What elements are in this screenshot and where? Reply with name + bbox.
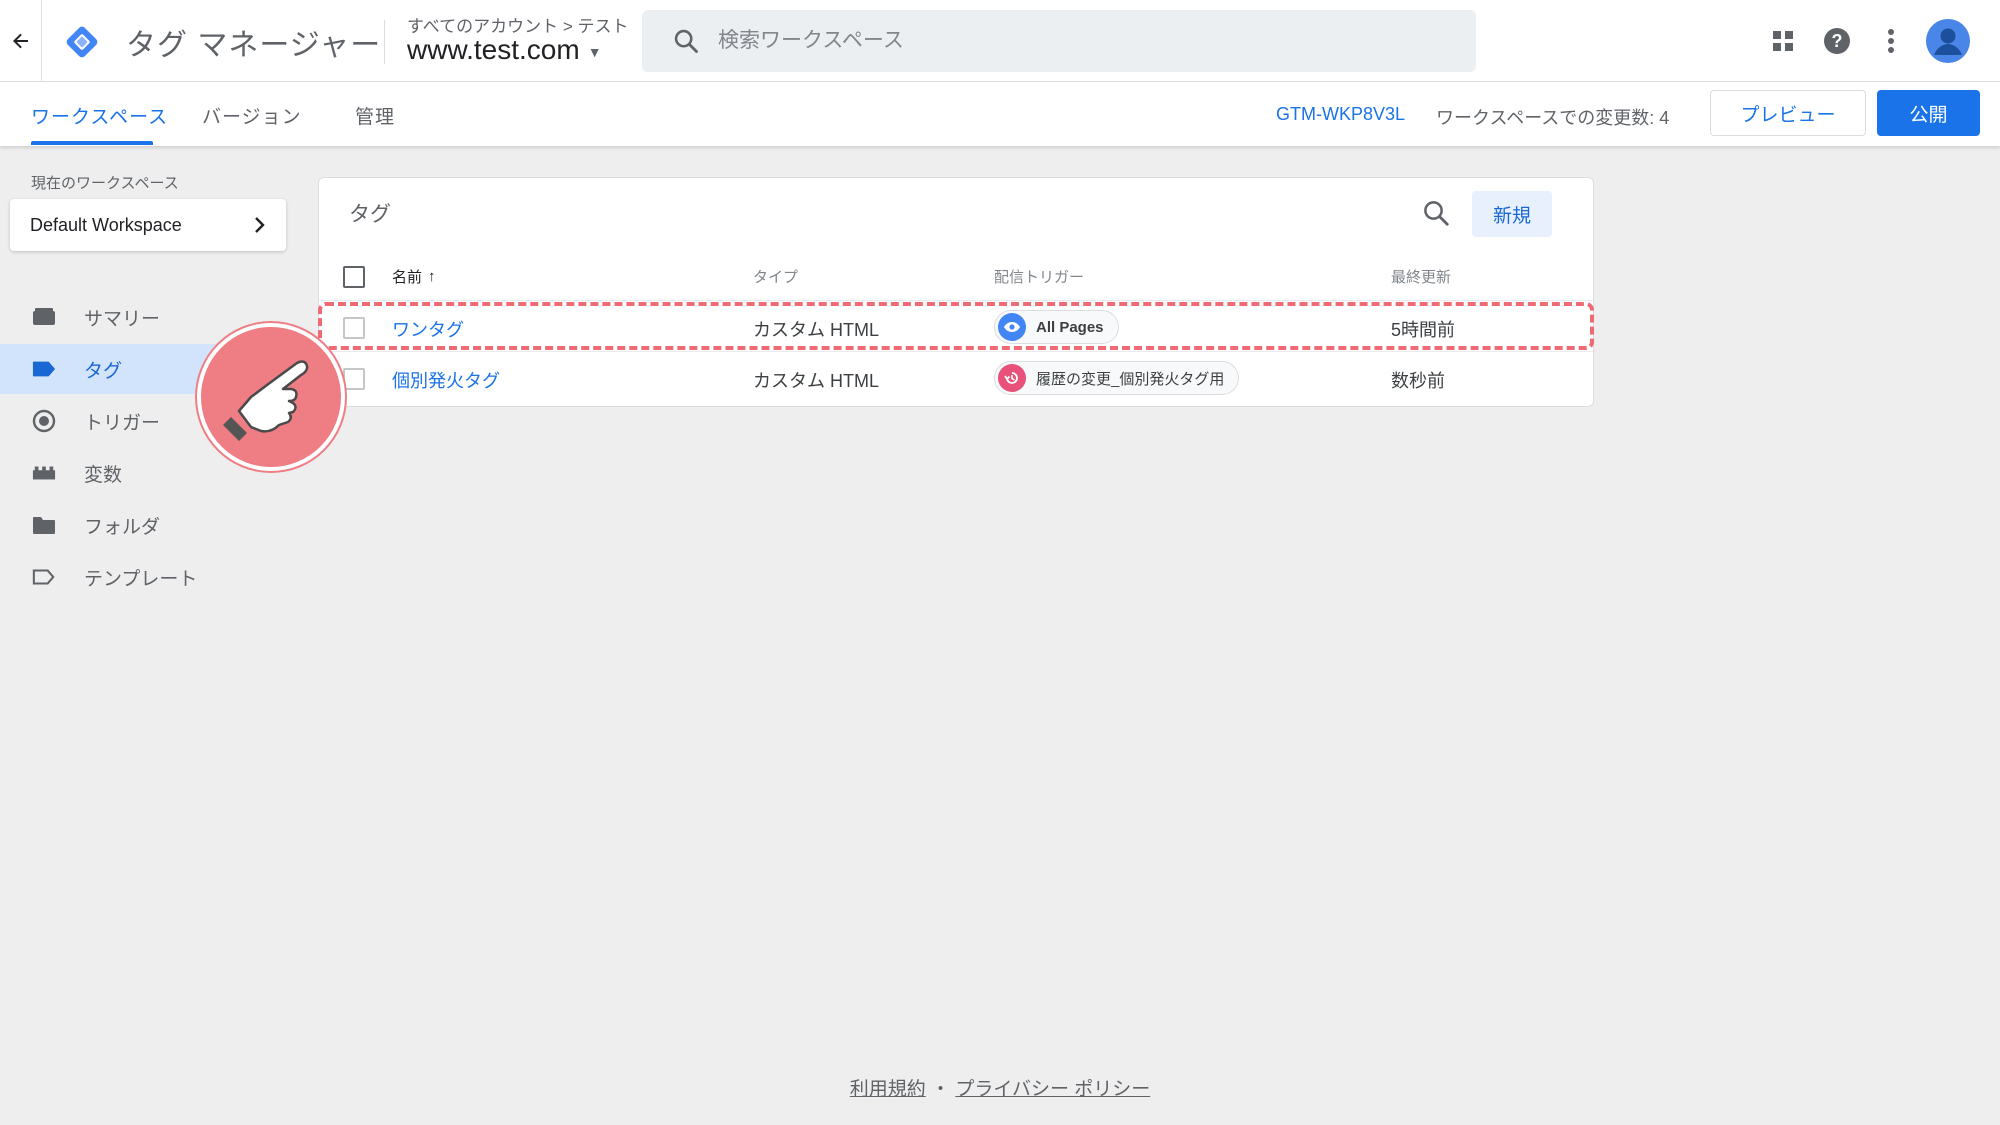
privacy-link[interactable]: プライバシー ポリシー <box>955 1079 1150 1100</box>
column-header-name[interactable]: 名前 ↑ <box>392 266 436 287</box>
pointing-hand-icon <box>197 323 345 471</box>
summary-icon <box>32 305 56 329</box>
row-divider <box>319 300 1593 301</box>
trigger-chip[interactable]: 履歴の変更_個別発火タグ用 <box>994 361 1240 395</box>
active-tab-indicator <box>31 141 153 145</box>
workspace-selector[interactable]: Default Workspace <box>10 199 286 251</box>
svg-text:?: ? <box>1832 31 1843 51</box>
sidebar-item-templates[interactable]: テンプレート <box>0 552 290 602</box>
new-tag-button[interactable]: 新規 <box>1472 191 1552 237</box>
column-header-type[interactable]: タイプ <box>753 266 798 287</box>
app-title: タグ マネージャー <box>126 29 382 62</box>
search-icon <box>674 29 698 53</box>
account-name: www.test.com <box>407 34 580 65</box>
workspace-search[interactable] <box>642 10 1476 72</box>
row-highlight-annotation <box>318 302 1594 350</box>
sidebar-item-label: 変数 <box>84 464 123 486</box>
more-vert-icon[interactable] <box>1874 24 1908 58</box>
history-icon <box>998 364 1026 392</box>
tag-name-link[interactable]: 個別発火タグ <box>392 367 500 393</box>
preview-button[interactable]: プレビュー <box>1710 90 1866 136</box>
caret-down-icon: ▼ <box>587 44 602 60</box>
tags-card: タグ 新規 名前 ↑ タイプ 配信トリガー 最終更新 ワンタグ カスタム HTM… <box>318 177 1594 407</box>
tab-admin[interactable]: 管理 <box>355 102 395 129</box>
sidebar-item-label: テンプレート <box>84 568 198 590</box>
footer: 利用規約 ・ プライバシー ポリシー <box>0 1074 2000 1101</box>
trigger-label: 履歴の変更_個別発火タグ用 <box>1036 370 1225 388</box>
apps-grid-icon[interactable] <box>1766 24 1800 58</box>
search-icon[interactable] <box>1421 198 1451 228</box>
folder-icon <box>32 513 56 537</box>
variable-icon <box>32 461 56 485</box>
chevron-right-icon <box>255 217 265 233</box>
title-divider <box>384 20 385 64</box>
trigger-icon <box>32 409 56 433</box>
footer-separator: ・ <box>931 1079 951 1100</box>
sub-navigation: ワークスペース バージョン 管理 GTM-WKP8V3L ワークスペースでの変更… <box>0 82 2000 146</box>
account-selector[interactable]: www.test.com ▼ <box>407 34 602 66</box>
tab-versions[interactable]: バージョン <box>202 102 302 129</box>
sidebar-item-folders[interactable]: フォルダ <box>0 500 290 550</box>
column-header-trigger[interactable]: 配信トリガー <box>994 266 1084 287</box>
row-checkbox[interactable] <box>343 368 365 390</box>
sidebar-item-label: サマリー <box>84 308 161 330</box>
tag-type: カスタム HTML <box>753 371 879 391</box>
tag-manager-logo-icon <box>62 22 102 62</box>
card-title: タグ <box>349 203 391 226</box>
sidebar-item-label: トリガー <box>84 412 161 434</box>
row-divider <box>319 351 1593 352</box>
select-all-checkbox[interactable] <box>343 266 365 288</box>
terms-link[interactable]: 利用規約 <box>850 1079 926 1100</box>
search-input[interactable] <box>718 29 1418 53</box>
sidebar-item-label: フォルダ <box>84 516 161 538</box>
help-icon[interactable]: ? <box>1820 24 1854 58</box>
workspace-changes-count: ワークスペースでの変更数: 4 <box>1436 108 1670 128</box>
sidebar-item-label: タグ <box>84 360 123 382</box>
last-updated: 数秒前 <box>1391 371 1445 391</box>
template-icon <box>32 565 56 589</box>
sort-arrow-up-icon: ↑ <box>428 268 436 285</box>
tab-workspace[interactable]: ワークスペース <box>31 102 168 129</box>
current-workspace-label: 現在のワークスペース <box>31 175 179 192</box>
back-arrow-icon[interactable] <box>0 0 42 82</box>
publish-button[interactable]: 公開 <box>1877 90 1980 136</box>
container-id[interactable]: GTM-WKP8V3L <box>1276 104 1405 125</box>
workspace-name: Default Workspace <box>30 214 182 235</box>
column-header-label: 名前 <box>392 269 423 286</box>
tag-icon <box>32 357 56 381</box>
column-header-updated[interactable]: 最終更新 <box>1391 266 1451 287</box>
avatar-icon[interactable] <box>1926 19 1970 63</box>
